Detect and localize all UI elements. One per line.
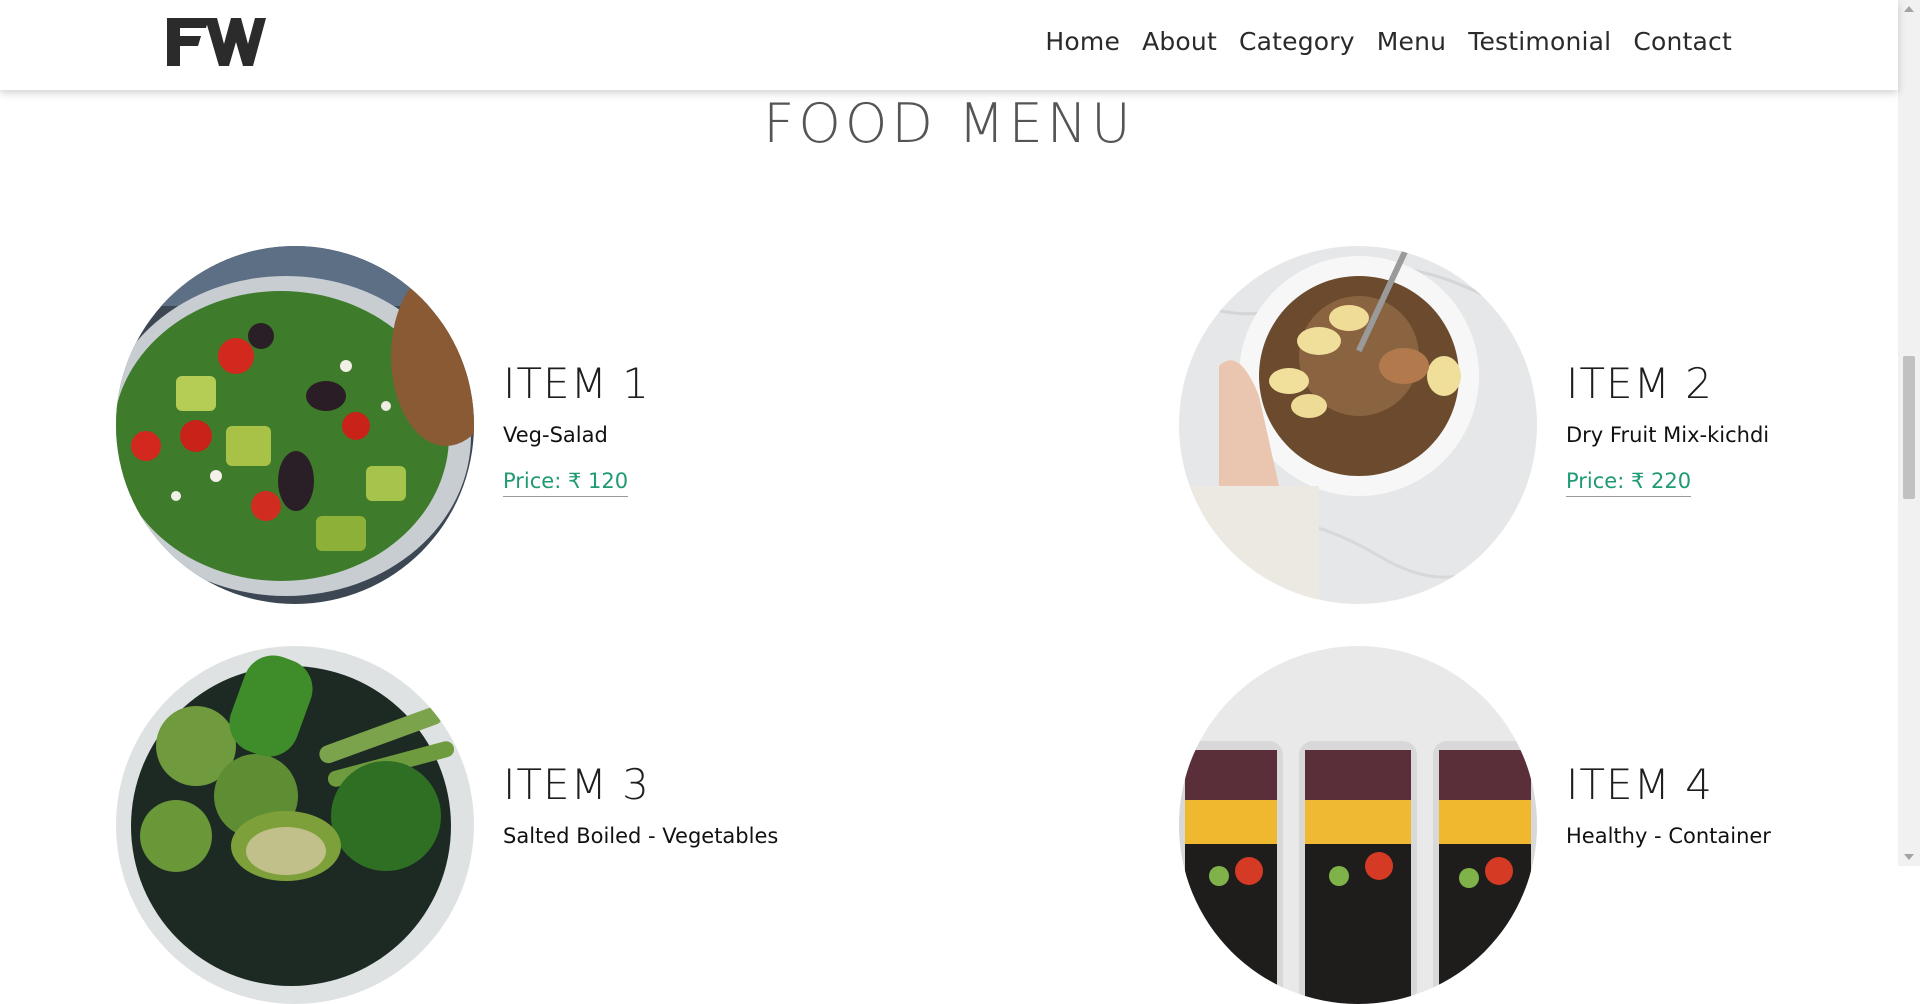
- item-name: Healthy - Container: [1566, 824, 1771, 848]
- nav-link-about[interactable]: About: [1142, 27, 1217, 56]
- page-scrollbar[interactable]: [1898, 0, 1920, 866]
- item-title: ITEM 3: [503, 760, 650, 809]
- item-price[interactable]: Price: ₹ 220: [1566, 469, 1692, 497]
- menu-item-4: ITEM 4 Healthy - Container: [1566, 760, 1771, 849]
- scrollbar-thumb[interactable]: [1903, 356, 1915, 499]
- item-price[interactable]: Price: ₹ 120: [503, 469, 629, 497]
- nav-link-testimonial[interactable]: Testimonial: [1468, 27, 1611, 56]
- meal-containers-image: [1179, 646, 1537, 1004]
- item-name: Salted Boiled - Vegetables: [503, 824, 779, 848]
- nav-link-contact[interactable]: Contact: [1633, 27, 1732, 56]
- brand-logo[interactable]: [163, 14, 267, 70]
- main-nav: Home About Category Menu Testimonial Con…: [1023, 27, 1732, 56]
- scroll-up-arrow-icon[interactable]: [1904, 6, 1914, 12]
- salad-bowl-image: [116, 246, 474, 604]
- nav-link-home[interactable]: Home: [1045, 27, 1120, 56]
- navbar: Home About Category Menu Testimonial Con…: [0, 0, 1898, 90]
- item-title: ITEM 4: [1566, 760, 1713, 809]
- item-title: ITEM 1: [503, 359, 650, 408]
- item-name: Dry Fruit Mix-kichdi: [1566, 423, 1770, 447]
- menu-item-3: ITEM 3 Salted Boiled - Vegetables: [503, 760, 779, 849]
- granola-bowl-image: [1179, 246, 1537, 604]
- scroll-down-arrow-icon[interactable]: [1904, 854, 1914, 860]
- menu-item-1: ITEM 1 Veg-Salad Price: ₹ 120: [503, 363, 650, 497]
- nav-link-category[interactable]: Category: [1239, 27, 1355, 56]
- item-title: ITEM 2: [1566, 359, 1713, 408]
- green-vegetables-image: [116, 646, 474, 1004]
- item-name: Veg-Salad: [503, 423, 608, 447]
- nav-link-menu[interactable]: Menu: [1377, 27, 1446, 56]
- section-title: FOOD MENU: [763, 92, 1135, 155]
- menu-item-2: ITEM 2 Dry Fruit Mix-kichdi Price: ₹ 220: [1566, 363, 1769, 497]
